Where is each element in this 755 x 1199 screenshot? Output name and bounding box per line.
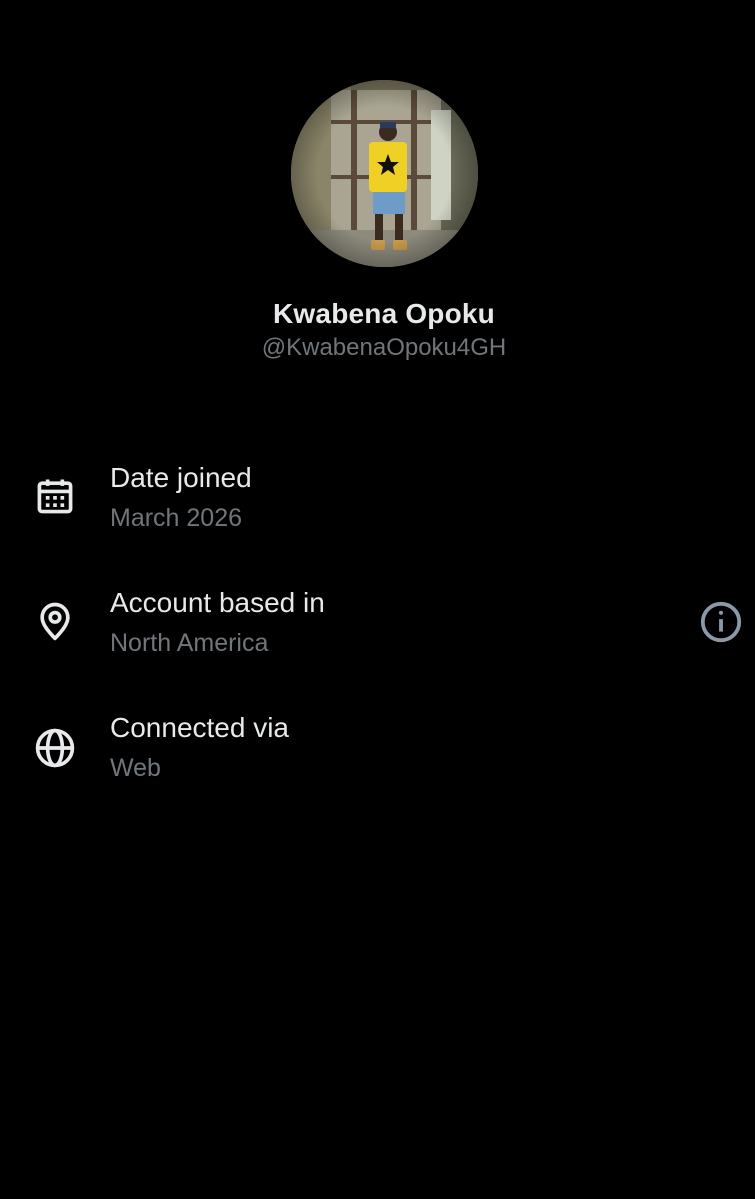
account-based-in-value: North America: [110, 629, 269, 657]
globe-icon: [33, 726, 77, 770]
date-joined-value: March 2026: [110, 504, 243, 532]
location-pin-icon: [33, 599, 77, 643]
username-handle: @KwabenaOpoku4GH: [261, 334, 507, 361]
date-joined-row: Date joined March 2026: [0, 462, 755, 552]
account-based-in-label: Account based in: [110, 587, 325, 618]
profile-avatar[interactable]: [291, 80, 478, 267]
date-joined-label: Date joined: [110, 462, 252, 493]
account-based-in-row: Account based in North America: [0, 587, 755, 677]
display-name: Kwabena Opoku: [273, 298, 495, 329]
info-icon[interactable]: [698, 599, 744, 645]
profile-photo: [291, 80, 478, 267]
connected-via-value: Web: [110, 754, 161, 782]
connected-via-label: Connected via: [110, 712, 290, 743]
connected-via-row: Connected via Web: [0, 712, 755, 802]
calendar-icon: [33, 474, 77, 518]
